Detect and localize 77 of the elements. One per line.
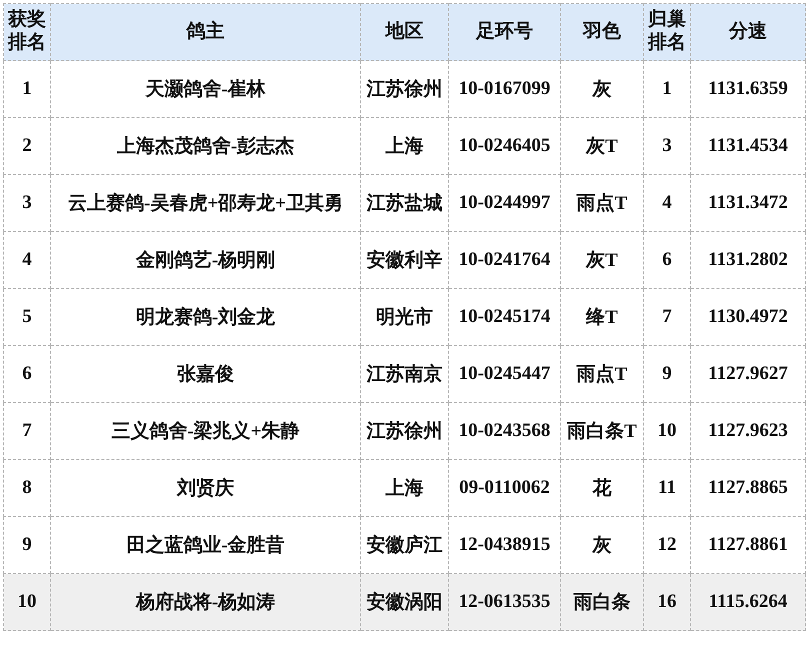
table-cell: 灰 xyxy=(560,516,644,574)
table-cell: 安徽利辛 xyxy=(360,232,448,288)
table-cell: 江苏南京 xyxy=(360,346,448,402)
table-cell: 1127.8861 xyxy=(690,516,806,574)
table-cell: 1 xyxy=(644,60,690,118)
table-cell: 12-0438915 xyxy=(448,516,560,574)
table-cell: 明龙赛鸽-刘金龙 xyxy=(50,288,360,346)
table-cell: 雨点T xyxy=(560,174,644,232)
table-cell: 9 xyxy=(4,516,50,574)
table-cell: 7 xyxy=(4,402,50,460)
table-cell: 雨白条 xyxy=(560,574,644,630)
table-cell: 安徽涡阳 xyxy=(360,574,448,630)
table-cell: 10-0246405 xyxy=(448,118,560,174)
table-cell: 6 xyxy=(644,232,690,288)
table-cell: 明光市 xyxy=(360,288,448,346)
table-cell: 安徽庐江 xyxy=(360,516,448,574)
table-cell: 三义鸽舍-梁兆义+朱静 xyxy=(50,402,360,460)
table-cell: 10-0245174 xyxy=(448,288,560,346)
table-cell: 杨府战将-杨如涛 xyxy=(50,574,360,630)
table-cell: 天灏鸽舍-崔林 xyxy=(50,60,360,118)
column-header: 足环号 xyxy=(448,4,560,60)
column-header: 地区 xyxy=(360,4,448,60)
table-cell: 云上赛鸽-吴春虎+邵寿龙+卫其勇 xyxy=(50,174,360,232)
table-cell: 1131.4534 xyxy=(690,118,806,174)
table-cell: 江苏徐州 xyxy=(360,402,448,460)
table-cell: 绛T xyxy=(560,288,644,346)
table-cell: 江苏徐州 xyxy=(360,60,448,118)
table-cell: 雨白条T xyxy=(560,402,644,460)
table-cell: 灰T xyxy=(560,118,644,174)
table-cell: 7 xyxy=(644,288,690,346)
table-cell: 16 xyxy=(644,574,690,630)
table-cell: 灰T xyxy=(560,232,644,288)
table-cell: 3 xyxy=(4,174,50,232)
table-cell: 12-0613535 xyxy=(448,574,560,630)
table-cell: 1127.8865 xyxy=(690,460,806,516)
table-cell: 金刚鸽艺-杨明刚 xyxy=(50,232,360,288)
table-cell: 张嘉俊 xyxy=(50,346,360,402)
table-cell: 1 xyxy=(4,60,50,118)
table-cell: 10-0243568 xyxy=(448,402,560,460)
column-header: 获奖排名 xyxy=(4,4,50,60)
table-cell: 10 xyxy=(644,402,690,460)
table-cell: 上海杰茂鸽舍-彭志杰 xyxy=(50,118,360,174)
table-cell: 10-0167099 xyxy=(448,60,560,118)
table-cell: 10-0245447 xyxy=(448,346,560,402)
table-cell: 10-0241764 xyxy=(448,232,560,288)
table-cell: 1127.9627 xyxy=(690,346,806,402)
table-cell: 10-0244997 xyxy=(448,174,560,232)
table-cell: 10 xyxy=(4,574,50,630)
table-cell: 1115.6264 xyxy=(690,574,806,630)
table-cell: 3 xyxy=(644,118,690,174)
column-header: 归巢排名 xyxy=(644,4,690,60)
table-cell: 雨点T xyxy=(560,346,644,402)
table-cell: 花 xyxy=(560,460,644,516)
table-cell: 6 xyxy=(4,346,50,402)
table-cell: 田之蓝鸽业-金胜昔 xyxy=(50,516,360,574)
table-cell: 5 xyxy=(4,288,50,346)
table-cell: 1130.4972 xyxy=(690,288,806,346)
table-cell: 2 xyxy=(4,118,50,174)
table-cell: 8 xyxy=(4,460,50,516)
table-cell: 4 xyxy=(4,232,50,288)
table-cell: 09-0110062 xyxy=(448,460,560,516)
table-cell: 4 xyxy=(644,174,690,232)
table-cell: 12 xyxy=(644,516,690,574)
column-header: 鸽主 xyxy=(50,4,360,60)
table-cell: 1127.9623 xyxy=(690,402,806,460)
table-cell: 9 xyxy=(644,346,690,402)
table-cell: 1131.6359 xyxy=(690,60,806,118)
table-cell: 1131.3472 xyxy=(690,174,806,232)
column-header: 羽色 xyxy=(560,4,644,60)
column-header: 分速 xyxy=(690,4,806,60)
table-cell: 灰 xyxy=(560,60,644,118)
table-cell: 上海 xyxy=(360,460,448,516)
table-cell: 江苏盐城 xyxy=(360,174,448,232)
table-cell: 刘贤庆 xyxy=(50,460,360,516)
table-cell: 11 xyxy=(644,460,690,516)
table-cell: 1131.2802 xyxy=(690,232,806,288)
table-cell: 上海 xyxy=(360,118,448,174)
